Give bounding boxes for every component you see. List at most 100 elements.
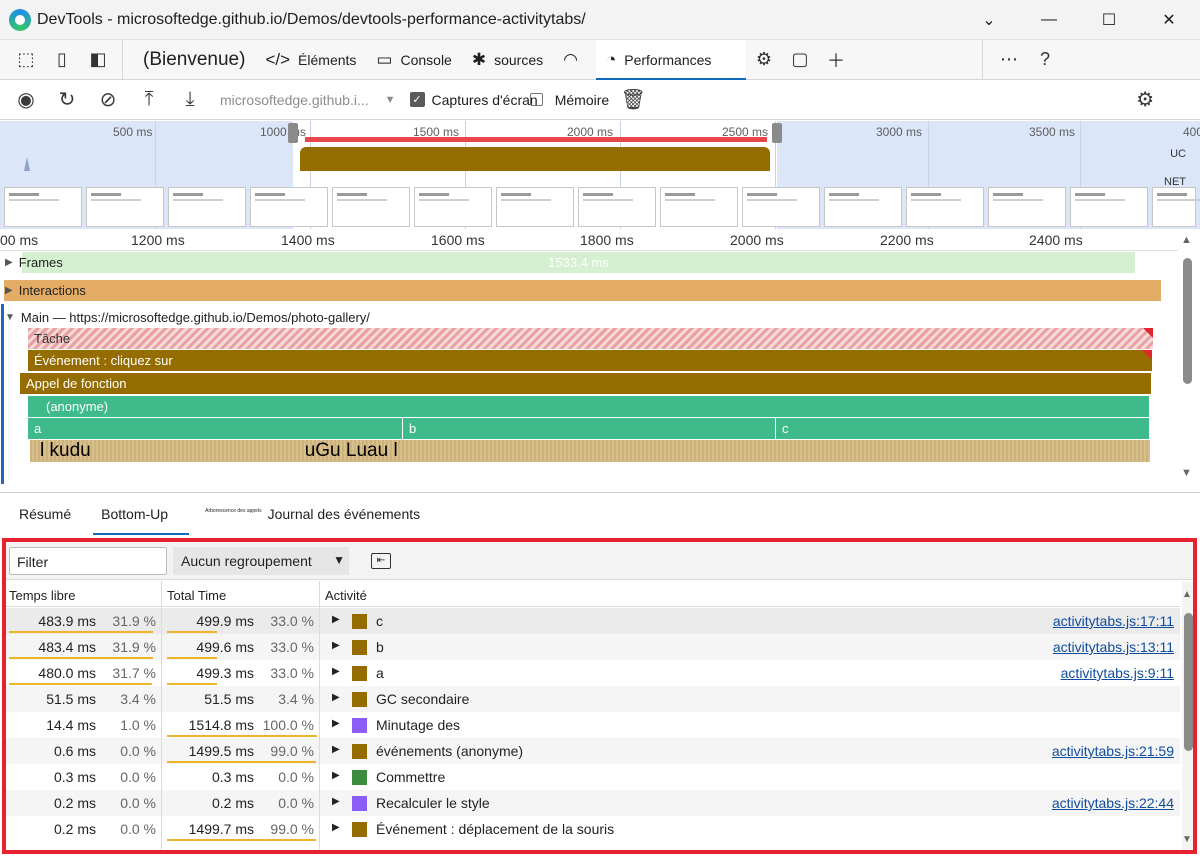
function-a-label: a: [34, 421, 42, 436]
main-track-header[interactable]: ▼ Main — https://microsoftedge.github.io/…: [5, 310, 370, 325]
screenshot-thumbnail: [988, 187, 1066, 227]
tab-network[interactable]: ◠: [553, 40, 596, 80]
cpu-chip-icon[interactable]: ⚙: [746, 42, 782, 78]
tab-welcome[interactable]: (Bienvenue): [133, 40, 255, 80]
child-calls-bar[interactable]: l kudu uGu Luau l: [30, 440, 1150, 462]
download-profile-icon[interactable]: ⤓: [172, 82, 208, 118]
timeline-scrollbar[interactable]: [1183, 258, 1192, 384]
child-calls-label-1: l kudu: [40, 440, 91, 461]
trash-icon[interactable]: 🗑: [615, 82, 651, 118]
screenshot-thumbnail: [4, 187, 82, 227]
record-icon[interactable]: ◉: [8, 82, 44, 118]
tab-elements[interactable]: </> Éléments: [255, 40, 366, 80]
unchecked-box-icon: [529, 93, 543, 106]
settings-gear-icon[interactable]: ⚙: [1127, 82, 1163, 118]
function-a-bar[interactable]: a: [28, 418, 403, 439]
scroll-down-icon[interactable]: ▼: [1181, 467, 1192, 479]
application-panel-icon[interactable]: ▢: [782, 42, 818, 78]
frames-bar[interactable]: 1533.4 ms: [22, 252, 1135, 273]
tab-summary[interactable]: Résumé: [7, 492, 83, 536]
close-button[interactable]: ✕: [1140, 0, 1198, 40]
upload-profile-icon[interactable]: ⤒: [131, 82, 167, 118]
left-selection-handle[interactable]: [288, 123, 298, 143]
more-tools-plus-icon[interactable]: ＋: [818, 42, 854, 78]
wifi-icon: ◠: [563, 49, 578, 69]
overview-tick: 1000 ms: [260, 125, 307, 139]
tab-call-tree[interactable]: Arborescence des appels: [205, 492, 261, 536]
memory-label: Mémoire: [554, 91, 610, 108]
anonymous-function-bar[interactable]: (anonyme): [28, 396, 1150, 417]
more-options-icon[interactable]: ⋯: [991, 42, 1027, 78]
device-emulation-icon[interactable]: ▯: [44, 42, 80, 78]
overview-tick: 400: [1183, 125, 1200, 139]
screenshot-thumbnail: [906, 187, 984, 227]
ruler-tick: 1400 ms: [281, 232, 335, 248]
screenshots-label: Captures d'écran: [431, 91, 538, 108]
timeline-tracks[interactable]: 1533.4 ms ▶ Frames ▶ Interactions ▼ Main — …: [0, 251, 1178, 491]
overview-tick: 3000 ms: [876, 125, 923, 139]
help-icon[interactable]: ?: [1027, 42, 1063, 78]
interactions-bar[interactable]: [4, 280, 1161, 301]
screenshot-thumbnail: [250, 187, 328, 227]
tab-console[interactable]: ▭ Console: [366, 40, 461, 80]
click-event-bar[interactable]: Événement : cliquez sur: [28, 350, 1153, 371]
tab-bottom-up[interactable]: Bottom-Up: [89, 492, 193, 536]
tab-sources[interactable]: ✱ sources: [462, 40, 553, 80]
function-call-label: Appel de fonction: [26, 376, 127, 391]
devtools-logo-icon: [9, 8, 31, 31]
bug-icon: ✱: [471, 49, 487, 69]
screenshot-thumbnail: [824, 187, 902, 227]
interactions-label: Interactions: [18, 283, 86, 298]
screenshot-thumbnail: [86, 187, 164, 227]
function-c-label: c: [782, 421, 789, 436]
long-task-indicator: [305, 137, 767, 142]
screenshot-thumbnail: [332, 187, 410, 227]
checkmark-icon: ✓: [409, 92, 425, 107]
memory-checkbox[interactable]: Mémoire: [529, 91, 610, 108]
cpu-activity-area: [300, 147, 770, 171]
tab-performance[interactable]: ◔ Performances: [595, 39, 746, 81]
task-label: Tâche: [34, 331, 71, 346]
child-calls-label-2: uGu Luau l: [304, 440, 398, 461]
devtools-tab-bar: ⬚ ▯ ◧ (Bienvenue) </> Éléments ▭ Console ✱…: [0, 39, 1200, 81]
screenshot-thumbnail: [578, 187, 656, 227]
timeline-overview[interactable]: 500 ms 1000 ms 1500 ms 2000 ms 2500 ms 3…: [0, 121, 1200, 229]
collapse-arrow-icon: ▼: [5, 312, 15, 323]
ruler-tick: 2000 ms: [730, 232, 784, 248]
ruler-tick: 1600 ms: [431, 232, 485, 248]
interactions-track-header[interactable]: ▶ Interactions: [5, 283, 86, 298]
expand-arrow-icon: ▶: [5, 285, 13, 296]
right-selection-handle[interactable]: [772, 123, 782, 143]
inspect-element-icon[interactable]: ⬚: [8, 42, 44, 78]
function-b-bar[interactable]: b: [403, 418, 776, 439]
divider: [981, 39, 983, 80]
cpu-label: UC: [1170, 148, 1186, 160]
tab-event-log[interactable]: Journal des événements: [262, 492, 433, 536]
screenshot-thumbnail: [742, 187, 820, 227]
anonymous-label: (anonyme): [46, 399, 109, 414]
screenshot-thumbnail: [496, 187, 574, 227]
task-bar[interactable]: Tâche: [28, 328, 1153, 349]
timeline-ruler: 00 ms 1200 ms 1400 ms 1600 ms 1800 ms 20…: [0, 229, 1178, 251]
recording-select[interactable]: microsoftedge.github.i...: [220, 92, 369, 108]
tab-sources-label: sources: [494, 51, 544, 68]
reload-record-icon[interactable]: ↻: [49, 82, 85, 118]
frames-track-header[interactable]: ▶ Frames: [5, 255, 63, 270]
function-c-bar[interactable]: c: [776, 418, 1150, 439]
function-call-bar[interactable]: Appel de fonction: [20, 373, 1152, 394]
ruler-tick: 1800 ms: [580, 232, 634, 248]
expand-arrow-icon: ▶: [5, 257, 13, 268]
long-task-flag: [1143, 328, 1153, 338]
long-task-flag: [1142, 350, 1152, 360]
scroll-up-icon[interactable]: ▲: [1181, 234, 1192, 246]
minimize-button[interactable]: —: [1020, 0, 1078, 40]
tab-performance-label: Performances: [624, 51, 712, 68]
cpu-spike: [24, 157, 30, 171]
chevron-down-icon[interactable]: ▼: [385, 94, 396, 106]
screenshot-thumbnail: [1070, 187, 1148, 227]
maximize-button[interactable]: ☐: [1080, 0, 1138, 40]
clear-icon[interactable]: ⊘: [90, 82, 126, 118]
screenshots-checkbox[interactable]: ✓ Captures d'écran: [409, 91, 538, 108]
window-menu-chevron-icon[interactable]: ⌄: [960, 0, 1018, 40]
dock-side-icon[interactable]: ◧: [80, 42, 116, 78]
